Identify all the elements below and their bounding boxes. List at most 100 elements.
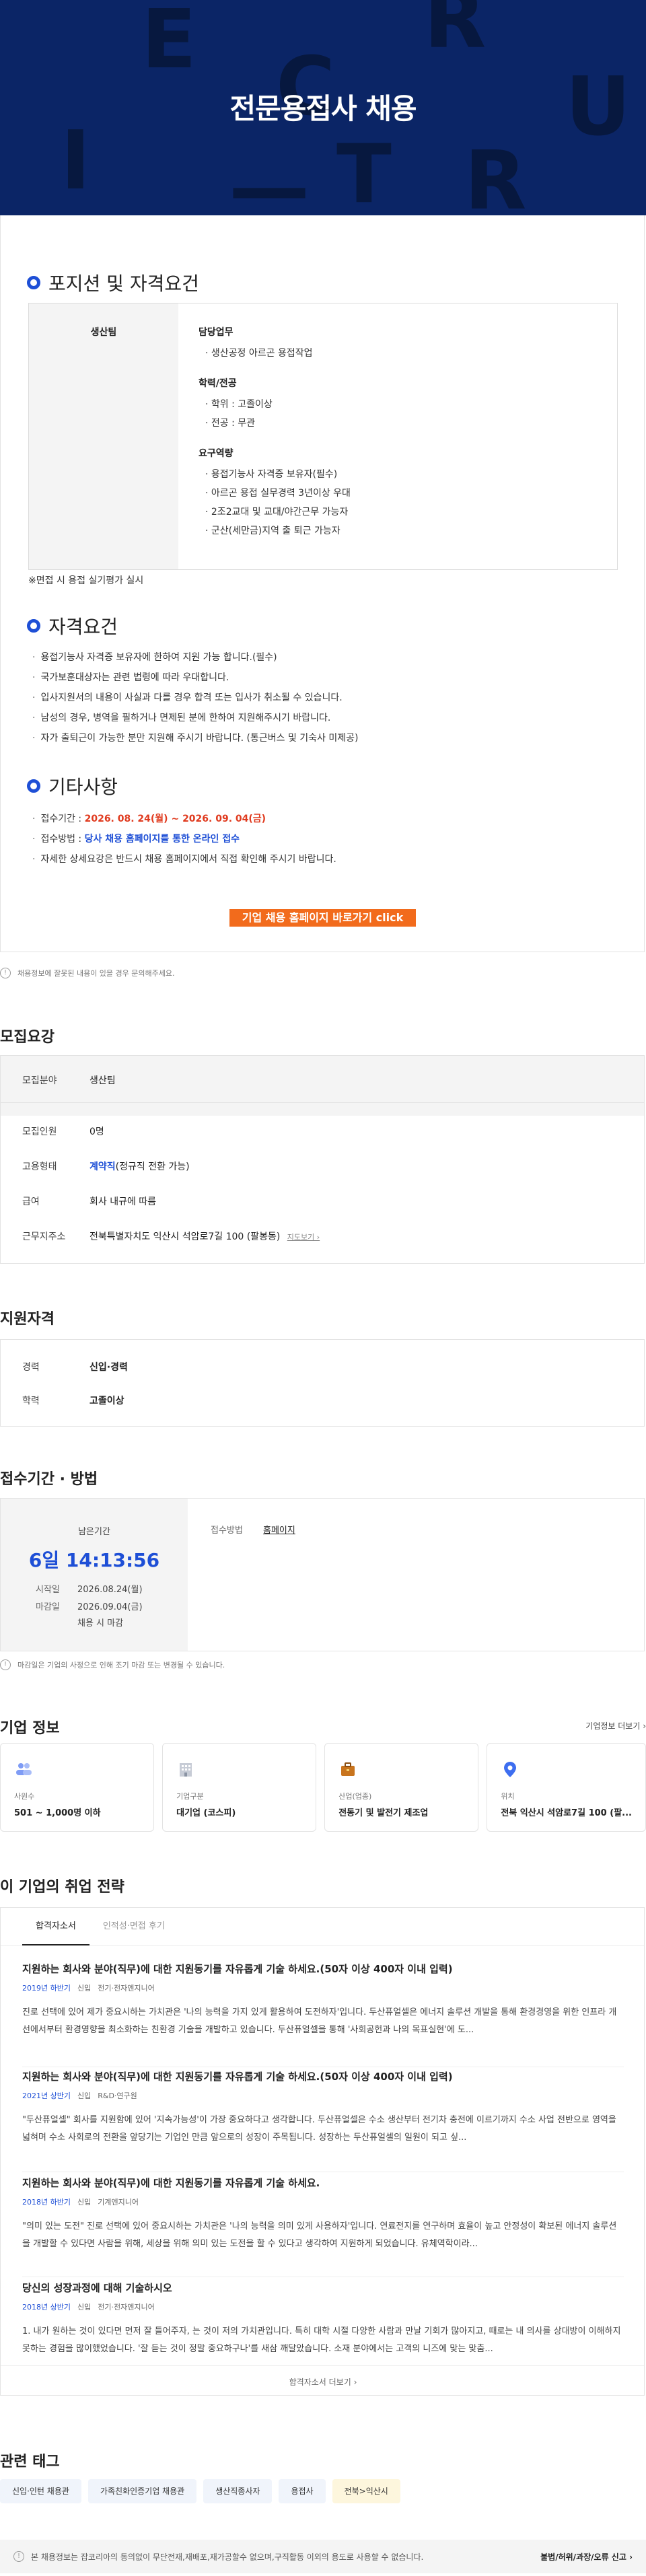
tag-chip[interactable]: 용접사 [279,2479,326,2503]
method-link[interactable]: 홈페이지 [263,1523,295,1536]
report-button[interactable]: 불법/허위/과장/오류 신고 › [540,2551,633,2563]
tab-cover-letter[interactable]: 합격자소서 [22,1908,89,1945]
employment-type: 계약직 [89,1161,116,1172]
interview-note: ※면접 시 용접 실기평가 실시 [28,575,144,586]
end-date-row: 마감일 2026.09.04(금) [36,1600,143,1612]
strategy-tabs: 합격자소서 인적성·면접 후기 [22,1908,178,1945]
remaining-time: 6일 14:13:56 [28,1549,160,1571]
footnote-text[interactable]: 채용정보에 잘못된 내용이 있을 경우 문의해주세요. [17,968,175,978]
deadline-footnote-text: 마감일은 기업의 사정으로 인해 조기 마감 또는 변경될 수 있습니다. [17,1661,225,1670]
group-title: 요구역량 [199,448,234,459]
method-label: 접수방법 [211,1526,243,1536]
row-label: 학력 [22,1396,40,1406]
company-more-link[interactable]: 기업정보 더보기 › [585,1720,646,1731]
support-box: 경력 신입·경력 학력 고졸이상 [0,1339,645,1427]
answer-preview: "두산퓨얼셀" 회사를 지원함에 있어 '지속가능성'이 가장 중요하다고 생각… [22,2115,616,2143]
question-meta: 2019년 하반기 신입 전기·전자엔지니어 [22,1982,624,1993]
card-label: 기업구분 [176,1792,204,1801]
deadline-panel: 남은기간 6일 14:13:56 시작일 2026.08.24(월) 마감일 2… [1,1499,188,1651]
info-icon: ! [0,968,11,978]
hero-deco-letter: I [61,114,91,208]
people-icon [16,1763,32,1775]
list-item: 남성의 경우, 병역을 필하거나 면제된 분에 한하여 지원해주시기 바랍니다. [32,708,359,728]
tab-interview-review[interactable]: 인적성·면접 후기 [89,1908,178,1945]
map-view-link[interactable]: 지도보기 › [287,1233,320,1242]
list-item: 국가보훈대상자는 관련 법령에 따라 우대합니다. [32,668,359,688]
meta-dept: 전기·전자엔지니어 [98,1984,155,1993]
cover-letter-item[interactable]: 지원하는 회사와 분야(직무)에 대한 지원동기를 자유롭게 기술 하세요. 2… [22,2176,624,2253]
question-meta: 2021년 상반기 신입 R&D·연구원 [22,2090,624,2101]
competency-group: 요구역량 · 용접기능사 자격증 보유자(필수) · 아르곤 용접 실무경력 3… [199,446,617,540]
group-item: · 학위 : 고졸이상 [205,399,273,410]
bottom-notice-bar: ! 본 채용정보는 잡코리아의 동의없이 무단전재,재배포,재가공할수 없으며,… [0,2540,646,2573]
tag-chip[interactable]: 전북>익산시 [332,2479,400,2503]
start-date-row: 시작일 2026.08.24(월) [36,1582,143,1595]
employment-type-note: (정규직 전환 가능) [115,1161,190,1172]
education-group: 학력/전공 · 학위 : 고졸이상 · 전공 : 무관 [199,376,617,433]
method-row: 접수방법 홈페이지 [211,1523,295,1536]
location-pin-icon [504,1762,517,1777]
tag-chip[interactable]: 가족친화인증기업 채용관 [87,2479,197,2503]
support-heading: 지원자격 [0,1311,55,1328]
group-title: 담당업무 [199,327,234,338]
list-item: 입사지원서의 내용이 사실과 다를 경우 합격 또는 입사가 취소될 수 있습니… [32,688,359,708]
question-title: 지원하는 회사와 분야(직무)에 대한 지원동기를 자유롭게 기술 하세요.(5… [22,2071,453,2083]
meta-year: 2018년 상반기 [22,2303,71,2312]
group-item: · 전공 : 무관 [205,418,256,429]
row-value: 0명 [89,1126,104,1137]
tag-chip[interactable]: 생산직종사자 [203,2479,273,2503]
etc-heading-text: 기타사항 [48,776,118,798]
cover-letter-item[interactable]: 지원하는 회사와 분야(직무)에 대한 지원동기를 자유롭게 기술 하세요.(5… [22,2069,624,2147]
answer-preview: 진로 선택에 있어 제가 중요시하는 가치관은 '나의 능력을 가지 있게 활용… [22,2007,617,2035]
circle-bullet-icon [27,619,40,633]
qualification-list: 용접기능사 자격증 보유자에 한하여 지원 가능 합니다.(필수) 국가보훈대상… [32,647,359,748]
card-label: 위치 [501,1792,515,1801]
position-heading: 포지션 및 자격요건 [27,269,199,296]
team-name: 생산팀 [29,303,178,569]
company-homepage-button[interactable]: 기업 채용 홈페이지 바로가기 click [229,909,416,927]
cover-letter-more-button[interactable]: 합격자소서 더보기 › [1,2376,645,2388]
strategy-box: 합격자소서 인적성·면접 후기 지원하는 회사와 분야(직무)에 대한 지원동기… [0,1907,645,2396]
notice-text-group: ! 본 채용정보는 잡코리아의 동의없이 무단전재,재배포,재가공할수 없으며,… [13,2551,423,2563]
card-value: 전북 익산시 석암로7길 100 (팔... [501,1808,632,1818]
row-value: 신입·경력 [89,1362,128,1373]
summary-row: 모집인원 0명 [22,1124,104,1138]
tags-heading: 관련 태그 [0,2454,60,2470]
method-label: 접수방법 : [40,834,85,845]
tag-chip[interactable]: 신입·인턴 채용관 [0,2479,81,2503]
tag-list: 신입·인턴 채용관 가족친화인증기업 채용관 생산직종사자 용접사 전북>익산시 [0,2479,400,2503]
card-value: 대기업 (코스피) [176,1808,236,1818]
notice-text: 본 채용정보는 잡코리아의 동의없이 무단전재,재배포,재가공할수 없으며,구직… [31,2552,424,2562]
strategy-heading: 이 기업의 취업 전략 [0,1879,124,1896]
meta-year: 2019년 하반기 [22,1984,71,1993]
end-label: 마감일 [36,1602,60,1612]
company-card: 기업구분 대기업 (코스피) [162,1743,317,1832]
qualification-heading: 자격요건 [27,612,118,639]
group-item: · 생산공정 아르곤 용접작업 [205,348,313,359]
list-item: 용접기능사 자격증 보유자에 한하여 지원 가능 합니다.(필수) [32,647,359,668]
period-value: 2026. 08. 24(월) ~ 2026. 09. 04(금) [84,814,266,824]
group-item: · 용접기능사 자격증 보유자(필수) [205,469,338,480]
remaining-label: 남은기간 [78,1527,110,1537]
summary-row: 고용형태 계약직(정규직 전환 가능) [22,1159,190,1173]
cover-letter-item[interactable]: 당신의 성장과정에 대해 기술하시오 2018년 상반기 신입 전기·전자엔지니어 … [22,2281,624,2358]
deadline-box: 남은기간 6일 14:13:56 시작일 2026.08.24(월) 마감일 2… [0,1498,645,1651]
field-label: 모집분야 [22,1075,57,1086]
hero-banner: E R C U I T R — 전문용접사 채용 [0,0,646,215]
summary-row: 근무지주소 전북특별자치도 익산시 석암로7길 100 (팔봉동) 지도보기 › [22,1229,320,1243]
hero-deco-letter: T [336,128,392,215]
qualification-heading-text: 자격요건 [48,616,118,638]
group-item: · 아르곤 용접 실무경력 3년이상 우대 [205,488,351,499]
row-label: 급여 [22,1196,40,1207]
detail-item: 자세한 상세요강은 반드시 채용 홈페이지에서 직접 확인해 주시기 바랍니다. [32,849,336,869]
summary-box: 모집인원 0명 고용형태 계약직(정규직 전환 가능) 급여 회사 내규에 따름… [0,1102,645,1264]
summary-row: 급여 회사 내규에 따름 [22,1194,156,1208]
info-icon: ! [13,2551,24,2562]
cover-letter-item[interactable]: 지원하는 회사와 분야(직무)에 대한 지원동기를 자유롭게 기술 하세요.(5… [22,1962,624,2039]
etc-list: 접수기간 : 2026. 08. 24(월) ~ 2026. 09. 04(금)… [32,809,336,869]
deadline-footnote: ! 마감일은 기업의 사정으로 인해 조기 마감 또는 변경될 수 있습니다. [0,1659,225,1670]
tabs-divider [1,1945,644,1946]
company-card: 위치 전북 익산시 석암로7길 100 (팔... [487,1743,646,1832]
row-value: 전북특별자치도 익산시 석암로7길 100 (팔봉동) 지도보기 › [89,1229,320,1243]
position-heading-text: 포지션 및 자격요건 [48,273,199,295]
